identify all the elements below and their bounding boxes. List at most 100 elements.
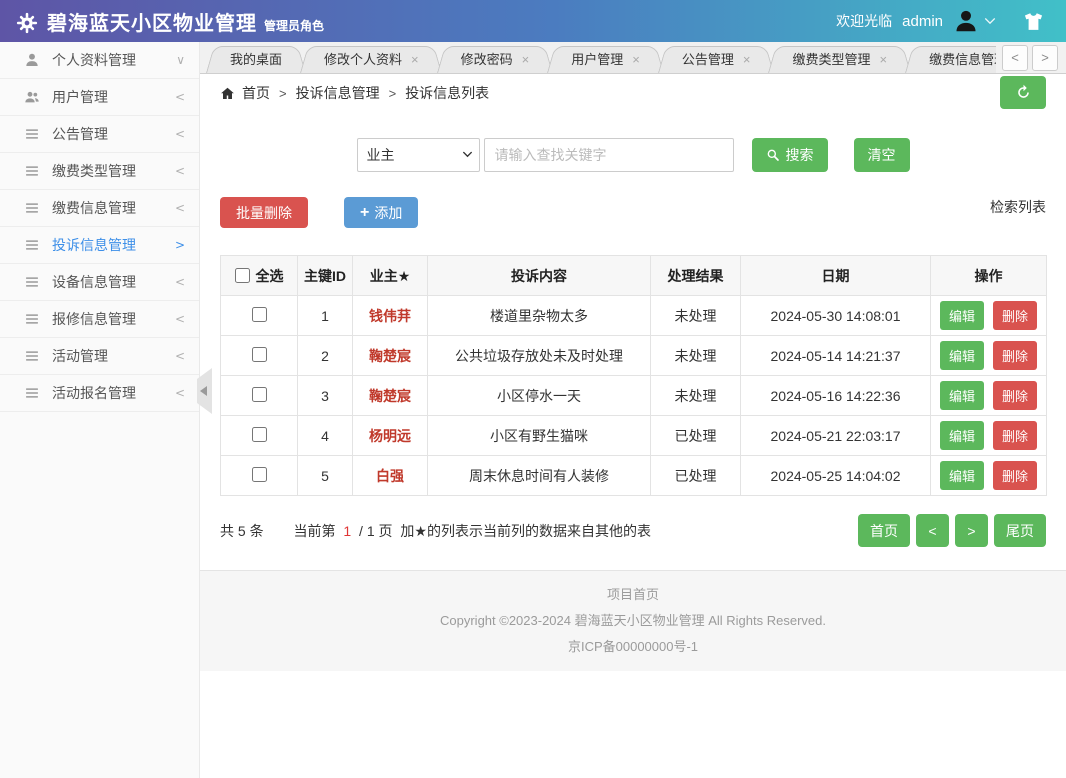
tab-user-mgmt[interactable]: 用户管理 × <box>547 46 664 73</box>
edit-button[interactable]: 编辑 <box>940 301 985 330</box>
row-status: 未处理 <box>650 335 741 376</box>
sidebar-item-label: 缴费信息管理 <box>52 200 136 216</box>
clear-button[interactable]: 清空 <box>853 138 910 172</box>
list-icon <box>24 349 42 363</box>
edit-button[interactable]: 编辑 <box>940 461 985 490</box>
sidebar-item-complaints[interactable]: 投诉信息管理 > <box>0 227 199 264</box>
tabs-scroll-right-button[interactable]: > <box>1032 44 1058 71</box>
tab-fee-info-mgmt[interactable]: 缴费信息管理 × <box>905 46 996 73</box>
home-icon[interactable] <box>220 86 235 101</box>
delete-button[interactable]: 删除 <box>992 461 1037 490</box>
batch-delete-button[interactable]: 批量删除 <box>220 197 308 228</box>
sidebar-item-label: 缴费类型管理 <box>52 163 136 179</box>
sidebar-item-activity-signup[interactable]: 活动报名管理 < <box>0 375 199 412</box>
breadcrumb-page: 投诉信息列表 <box>405 85 490 101</box>
add-button[interactable]: + 添加 <box>344 197 419 228</box>
theme-tshirt-icon[interactable] <box>1023 11 1044 32</box>
role-badge: 管理员角色 <box>264 18 325 33</box>
star-icon: ★ <box>397 268 411 285</box>
select-all-label: 全选 <box>255 267 284 284</box>
user-menu-chevron-icon[interactable] <box>983 14 997 28</box>
last-page-button[interactable]: 尾页 <box>994 514 1046 547</box>
prev-page-button[interactable]: < <box>916 514 949 547</box>
row-owner: 鞠楚宸 <box>352 335 428 376</box>
sidebar-item-notices[interactable]: 公告管理 < <box>0 116 199 153</box>
sidebar-item-activities[interactable]: 活动管理 < <box>0 338 199 375</box>
collapse-arrow-icon <box>200 386 207 396</box>
tab-label: 公告管理 <box>681 51 734 67</box>
first-page-button[interactable]: 首页 <box>858 514 910 547</box>
select-all-checkbox[interactable] <box>234 268 250 283</box>
row-date: 2024-05-21 22:03:17 <box>740 415 931 456</box>
tab-fee-type-mgmt[interactable]: 缴费类型管理 × <box>768 46 911 73</box>
table-row: 2 鞠楚宸 公共垃圾存放处未及时处理 未处理 2024-05-14 14:21:… <box>220 335 1047 376</box>
content-panel: 业主 搜索 清空 批量删除 <box>200 112 1066 547</box>
tab-close-icon[interactable]: × <box>632 47 640 73</box>
row-checkbox[interactable] <box>251 386 267 402</box>
star-hint-text: 加★的列表示当前列的数据来自其他的表 <box>400 522 651 539</box>
col-header-ops: 操作 <box>930 255 1047 296</box>
tab-my-desktop[interactable]: 我的桌面 <box>206 46 306 73</box>
username: admin <box>902 12 943 30</box>
row-checkbox[interactable] <box>251 466 267 482</box>
tab-close-icon[interactable]: × <box>879 47 887 73</box>
tab-change-password[interactable]: 修改密码 × <box>437 46 554 73</box>
panel-title: 检索列表 <box>990 199 1046 215</box>
edit-button[interactable]: 编辑 <box>940 341 985 370</box>
sidebar-item-profile[interactable]: 个人资料管理 ∨ <box>0 42 199 79</box>
row-status: 未处理 <box>650 375 741 416</box>
complaints-table: 全选 主键ID 业主★ 投诉内容 处理结果 日期 操作 1 钱伟荓 楼道里杂物太… <box>220 255 1047 496</box>
edit-button[interactable]: 编辑 <box>940 421 985 450</box>
footer-site-link[interactable]: 项目首页 <box>200 584 1066 603</box>
search-input[interactable] <box>483 138 734 172</box>
table-row: 5 白强 周末休息时间有人装修 已处理 2024-05-25 14:04:02 … <box>220 455 1047 496</box>
tab-label: 修改密码 <box>460 51 513 67</box>
sidebar-item-devices[interactable]: 设备信息管理 < <box>0 264 199 301</box>
row-checkbox[interactable] <box>251 346 267 362</box>
tab-edit-profile[interactable]: 修改个人资料 × <box>300 46 443 73</box>
delete-button[interactable]: 删除 <box>992 421 1037 450</box>
breadcrumb: 首页 > 投诉信息管理 > 投诉信息列表 <box>200 74 1066 112</box>
sidebar-item-repairs[interactable]: 报修信息管理 < <box>0 301 199 338</box>
tab-close-icon[interactable]: × <box>522 47 530 73</box>
refresh-button[interactable] <box>1000 76 1046 109</box>
table-body: 1 钱伟荓 楼道里杂物太多 未处理 2024-05-30 14:08:01 编辑… <box>220 295 1047 496</box>
tab-close-icon[interactable]: × <box>743 47 751 73</box>
row-date: 2024-05-14 14:21:37 <box>740 335 931 376</box>
current-page-prefix: 当前第 <box>293 522 336 539</box>
delete-button[interactable]: 删除 <box>992 301 1037 330</box>
sidebar-item-fee-info[interactable]: 缴费信息管理 < <box>0 190 199 227</box>
row-checkbox[interactable] <box>251 306 267 322</box>
edit-button[interactable]: 编辑 <box>940 381 985 410</box>
tabs-scroll-left-button[interactable]: < <box>1002 44 1028 71</box>
col-header-owner: 业主★ <box>352 255 428 296</box>
sidebar-item-users[interactable]: 用户管理 < <box>0 79 199 116</box>
tab-label: 我的桌面 <box>230 51 283 67</box>
sidebar-item-fee-types[interactable]: 缴费类型管理 < <box>0 153 199 190</box>
row-content: 小区停水一天 <box>427 375 651 416</box>
topbar: 碧海蓝天小区物业管理 管理员角色 欢迎光临 admin <box>0 0 1066 42</box>
next-page-button[interactable]: > <box>955 514 988 547</box>
tab-label: 用户管理 <box>571 51 624 67</box>
avatar-icon[interactable] <box>953 8 979 34</box>
gear-icon <box>16 12 38 33</box>
sidebar-item-arrow: < <box>174 90 185 104</box>
col-header-status: 处理结果 <box>650 255 741 296</box>
col-header-id: 主键ID <box>297 255 353 296</box>
delete-button[interactable]: 删除 <box>992 381 1037 410</box>
delete-button[interactable]: 删除 <box>992 341 1037 370</box>
row-status: 已处理 <box>650 415 741 456</box>
search-button[interactable]: 搜索 <box>751 138 828 172</box>
row-checkbox[interactable] <box>251 426 267 442</box>
breadcrumb-home[interactable]: 首页 <box>242 83 270 103</box>
sidebar-item-arrow: < <box>174 201 185 215</box>
row-date: 2024-05-16 14:22:36 <box>740 375 931 416</box>
search-category-select[interactable]: 业主 <box>356 138 480 172</box>
tab-close-icon[interactable]: × <box>411 47 419 73</box>
col-header-content: 投诉内容 <box>427 255 651 296</box>
row-id: 2 <box>297 335 353 376</box>
list-icon <box>24 275 42 289</box>
breadcrumb-section[interactable]: 投诉信息管理 <box>296 83 380 103</box>
tab-notice-mgmt[interactable]: 公告管理 × <box>658 46 775 73</box>
sidebar-item-label: 报修信息管理 <box>52 311 136 327</box>
